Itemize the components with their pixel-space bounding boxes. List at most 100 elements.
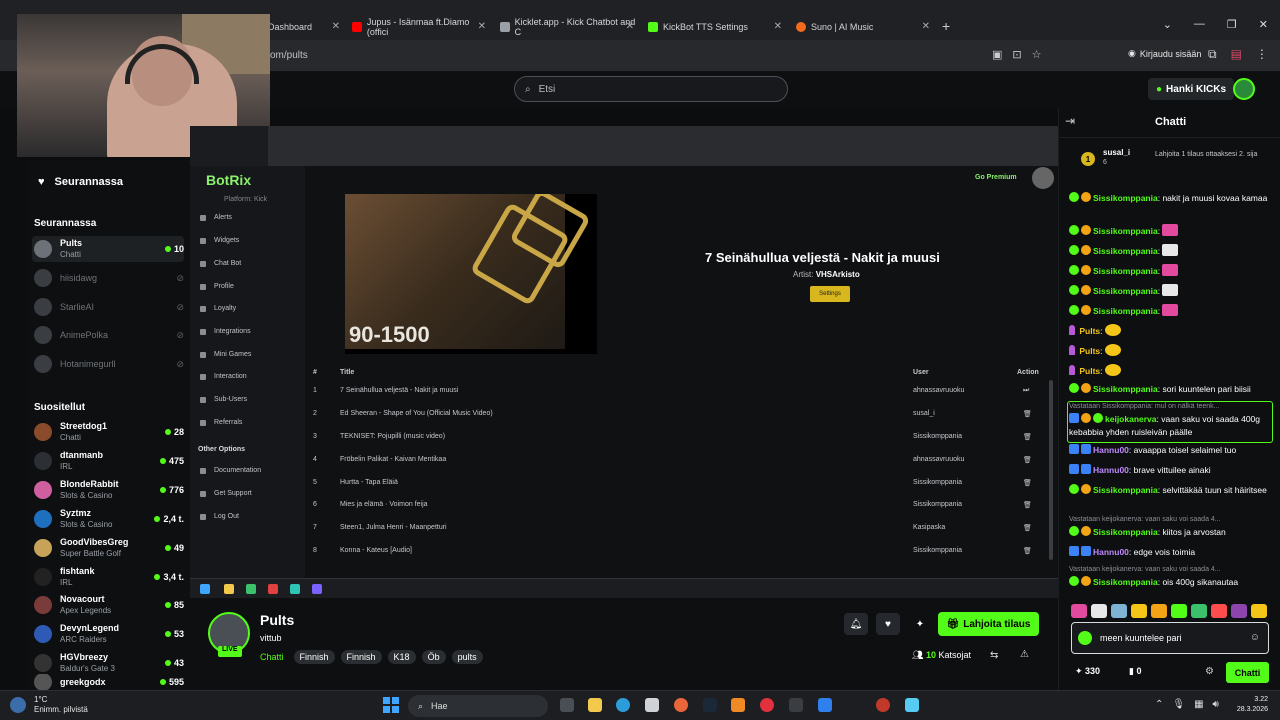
sidebar-channel-hgvbreezy[interactable]: HGVbreezy Baldur's Gate 3 43 bbox=[32, 650, 184, 676]
app-icon[interactable] bbox=[876, 698, 890, 712]
emote-button[interactable] bbox=[1111, 604, 1127, 618]
channel-category: Super Battle Golf bbox=[60, 549, 121, 558]
sign-in-button[interactable]: ◉ Kirjaudu sisään bbox=[1128, 48, 1201, 59]
tab-dashboard[interactable]: Dashboard ✕ bbox=[262, 14, 346, 40]
follow-button[interactable]: ♥ bbox=[876, 613, 900, 635]
close-window-icon[interactable]: ✕ bbox=[1259, 18, 1268, 31]
new-tab-button[interactable]: + bbox=[942, 18, 950, 34]
maximize-icon[interactable]: ❐ bbox=[1227, 18, 1237, 31]
collapse-chat-icon[interactable]: ⇥ bbox=[1065, 114, 1075, 128]
tab-search-icon[interactable]: ⌄ bbox=[1163, 18, 1172, 31]
clock[interactable]: 3.22 28.3.2026 bbox=[1236, 695, 1268, 715]
sidebar-channel-novacourt[interactable]: Novacourt Apex Legends 85 bbox=[32, 592, 184, 618]
tag[interactable]: pults bbox=[451, 650, 483, 664]
extension-badge-icon[interactable]: ▤ bbox=[1231, 47, 1242, 62]
star-icon[interactable]: ☆ bbox=[1032, 48, 1042, 61]
channel-name[interactable]: Pults bbox=[260, 612, 294, 628]
install-icon[interactable]: ⊡ bbox=[1012, 48, 1021, 61]
close-icon[interactable]: ✕ bbox=[332, 21, 340, 32]
notification-button[interactable]: 🔔︎ bbox=[844, 613, 868, 635]
sidebar-channel-pults[interactable]: Pults Chatti 10 bbox=[32, 236, 184, 262]
screenshot-icon[interactable]: ▣ bbox=[992, 48, 1002, 61]
tab-suno[interactable]: Suno | AI Music ✕ bbox=[790, 14, 936, 40]
viewer-count: 53 bbox=[173, 629, 184, 639]
task-view-icon[interactable] bbox=[560, 698, 574, 712]
sidebar-channel-streetdog1[interactable]: Streetdog1 Chatti 28 bbox=[32, 419, 184, 445]
emoji-picker-icon[interactable]: ☺ bbox=[1250, 632, 1260, 643]
emote-button[interactable] bbox=[1071, 604, 1087, 618]
sidebar-channel-devynlegend[interactable]: DevynLegend ARC Raiders 53 bbox=[32, 621, 184, 647]
emote-button[interactable] bbox=[1251, 604, 1267, 618]
edge-icon[interactable] bbox=[616, 698, 630, 712]
network-icon[interactable]: ▦ bbox=[1194, 699, 1203, 710]
taskbar-search[interactable]: ⌕ Hae bbox=[408, 695, 548, 717]
close-icon[interactable]: ✕ bbox=[922, 21, 930, 32]
share-icon[interactable]: ⇆ bbox=[990, 650, 998, 661]
kick-emote-icon[interactable] bbox=[1078, 631, 1092, 645]
report-icon[interactable]: ⚠ bbox=[1020, 649, 1029, 660]
terminal-icon[interactable] bbox=[789, 698, 803, 712]
stream-player[interactable]: BotRix Platform: Kick Alerts Widgets Cha… bbox=[190, 126, 1058, 598]
store-icon[interactable] bbox=[645, 698, 659, 712]
get-kicks-button[interactable]: ● Hanki KICKs bbox=[1148, 78, 1235, 100]
sidebar-channel-greekgodx[interactable]: greekgodx 595 bbox=[32, 674, 184, 690]
emote-button[interactable] bbox=[1091, 604, 1107, 618]
tag[interactable]: Finnish bbox=[293, 650, 335, 664]
vlc-icon[interactable] bbox=[731, 698, 745, 712]
steam-icon[interactable] bbox=[703, 698, 717, 712]
weather-widget[interactable]: 1°C Enimm. pilvistä bbox=[34, 695, 88, 715]
start-button[interactable] bbox=[383, 697, 399, 713]
opera-icon[interactable] bbox=[760, 698, 774, 712]
sidebar-channel-goodvibesgreg[interactable]: GoodVibesGreg Super Battle Golf 49 bbox=[32, 535, 184, 561]
emote-button[interactable] bbox=[1171, 604, 1187, 618]
sidebar-channel-fishtank[interactable]: fishtank IRL 3,4 t. bbox=[32, 564, 184, 590]
tab-kickbot[interactable]: KickBot TTS Settings ✕ bbox=[642, 14, 788, 40]
channel-name: Pults bbox=[60, 238, 83, 248]
emote bbox=[1162, 224, 1179, 236]
tab-jupus[interactable]: Jupus - Isänmaa ft.Diamo (offici ✕ bbox=[346, 14, 492, 40]
emote-button[interactable] bbox=[1131, 604, 1147, 618]
minimize-icon[interactable]: — bbox=[1194, 18, 1205, 31]
tab-kicklet[interactable]: Kicklet.app - Kick Chatbot and C ✕ bbox=[494, 14, 640, 40]
following-nav[interactable]: ♥ Seurannassa bbox=[28, 176, 190, 188]
sidebar-channel-starlieai[interactable]: StarlieAI ⊘ bbox=[32, 294, 184, 320]
close-icon[interactable]: ✕ bbox=[626, 21, 634, 32]
search-icon: ⌕ bbox=[525, 83, 531, 95]
gift-balance[interactable]: ▮ 0 bbox=[1129, 666, 1141, 677]
app-icon[interactable] bbox=[818, 698, 832, 712]
menu-icon[interactable]: ⋮ bbox=[1256, 47, 1268, 62]
emote-button[interactable] bbox=[1151, 604, 1167, 618]
emote-button[interactable] bbox=[1211, 604, 1227, 618]
sidebar-channel-hotanimegurll[interactable]: Hotanimegurll ⊘ bbox=[32, 351, 184, 377]
notepad-icon[interactable] bbox=[905, 698, 919, 712]
extensions-icon[interactable]: ⧉ bbox=[1208, 47, 1217, 62]
url-field[interactable]: om/pults bbox=[270, 50, 308, 61]
chat-input[interactable]: meen kuuntelee pari ☺ bbox=[1071, 622, 1269, 654]
weather-icon[interactable] bbox=[10, 697, 26, 713]
sidebar-channel-dtanmanb[interactable]: dtanmanb IRL 475 bbox=[32, 448, 184, 474]
close-icon[interactable]: ✕ bbox=[774, 21, 782, 32]
volume-icon[interactable]: 🔊︎ bbox=[1213, 699, 1219, 710]
user-avatar[interactable] bbox=[1233, 78, 1255, 100]
chevron-up-icon[interactable]: ⌃ bbox=[1155, 699, 1163, 710]
sidebar-channel-hiisidawg[interactable]: hiisidawg ⊘ bbox=[32, 265, 184, 291]
sidebar-channel-blonderabbit[interactable]: BlondeRabbit Slots & Casino 776 bbox=[32, 477, 184, 503]
tag[interactable]: K18 bbox=[387, 650, 416, 664]
close-icon[interactable]: ✕ bbox=[478, 21, 486, 32]
sidebar-channel-syztmz[interactable]: Syztmz Slots & Casino 2,4 t. bbox=[32, 506, 184, 532]
category-link[interactable]: Chatti bbox=[260, 652, 284, 662]
tag[interactable]: Öb bbox=[421, 650, 446, 664]
sidebar-channel-animepolka[interactable]: AnimePolka ⊘ bbox=[32, 322, 184, 348]
search-input[interactable]: ⌕ Etsi bbox=[514, 76, 788, 102]
tag[interactable]: Finnish bbox=[340, 650, 382, 664]
firefox-icon[interactable] bbox=[674, 698, 688, 712]
kicks-balance[interactable]: ✦ 330 bbox=[1075, 666, 1100, 677]
sparkle-button[interactable]: ✦ bbox=[908, 613, 932, 635]
emote-button[interactable] bbox=[1191, 604, 1207, 618]
send-chat-button[interactable]: Chatti bbox=[1226, 662, 1269, 683]
emote-button[interactable] bbox=[1231, 604, 1247, 618]
file-explorer-icon[interactable] bbox=[588, 698, 602, 712]
gift-sub-button[interactable]: 🎁︎ Lahjoita tilaus bbox=[938, 612, 1039, 636]
microphone-icon[interactable]: 🎙︎ bbox=[1172, 699, 1185, 710]
settings-icon[interactable]: ⚙ bbox=[1205, 666, 1214, 677]
